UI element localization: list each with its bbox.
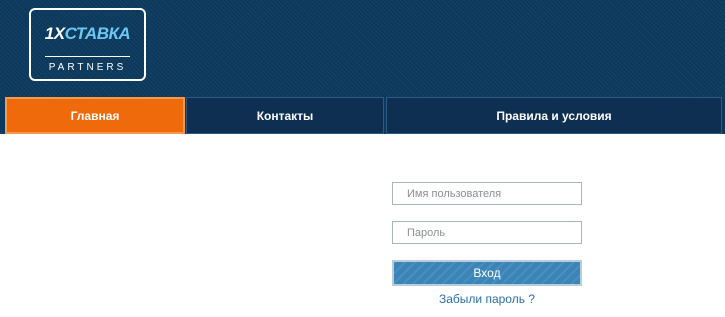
forgot-password-link[interactable]: Забыли пароль ? — [392, 292, 582, 306]
tab-main[interactable]: Главная — [5, 97, 185, 134]
tab-main-label: Главная — [70, 108, 120, 123]
tab-contacts[interactable]: Контакты — [186, 97, 384, 134]
username-input[interactable] — [392, 182, 582, 205]
tab-contacts-label: Контакты — [256, 108, 314, 123]
tab-rules-label: Правила и условия — [496, 108, 612, 123]
partners-logo[interactable]: 1XСТАВКА PARTNERS — [29, 8, 146, 81]
logo-brand-prefix: 1X — [44, 24, 65, 43]
password-input[interactable] — [392, 221, 582, 244]
tab-rules-and-conditions[interactable]: Правила и условия — [386, 97, 722, 134]
main-navigation: Главная Контакты Правила и условия — [0, 97, 725, 134]
header: 1XСТАВКА PARTNERS — [0, 0, 725, 97]
logo-brand-main: СТАВКА — [64, 24, 131, 43]
logo-subtitle: PARTNERS — [48, 62, 127, 73]
logo-divider — [45, 56, 130, 57]
login-button[interactable]: Вход — [392, 260, 582, 286]
logo-brand: 1XСТАВКА — [31, 24, 144, 44]
